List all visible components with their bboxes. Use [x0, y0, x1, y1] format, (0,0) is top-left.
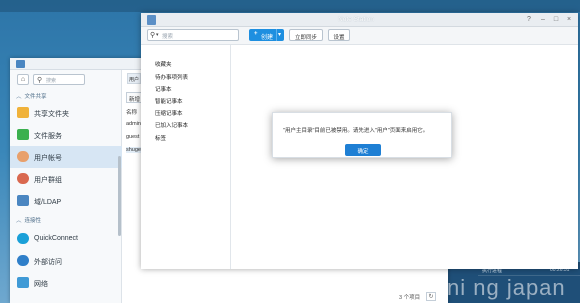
search-icon: ⚲	[37, 77, 43, 84]
item-count: 3 个项目	[399, 295, 421, 301]
control-panel-search-input[interactable]: ⚲ 搜索	[33, 74, 85, 85]
note-search-input[interactable]: ⚲ ▾ 搜索	[147, 29, 239, 41]
chevron-up-icon: ︿	[16, 218, 22, 224]
create-button[interactable]: + 创建 ▾	[249, 29, 284, 41]
nav-item-compressed-notebooks[interactable]: 压缩记事本	[155, 109, 183, 117]
nav-item-joined-notebooks[interactable]: 已加入记事本	[155, 121, 188, 129]
plus-icon: +	[254, 31, 258, 37]
sidebar-item-domain-ldap[interactable]: 域/LDAP	[10, 190, 122, 212]
file-services-icon	[17, 129, 29, 140]
dialog-message: "用户主目录"目前已被禁用。请先进入"用户"页面来启用它。	[283, 128, 429, 134]
nav-item-tags[interactable]: 标签	[155, 134, 166, 142]
section-file-sharing[interactable]: ︿ 文件共享	[16, 92, 47, 100]
home-icon: ⌂	[20, 76, 26, 83]
search-placeholder: 搜索	[46, 78, 57, 84]
settings-button[interactable]: 设置	[328, 29, 350, 41]
note-station-app-icon	[147, 15, 156, 25]
minimize-icon[interactable]: –	[539, 16, 547, 23]
chevron-down-icon[interactable]: ▾	[278, 31, 281, 38]
note-station-nav: 收藏夹 待办事项列表 记事本 智能记事本 压缩记事本 已加入记事本 标签	[141, 45, 231, 269]
group-icon	[17, 173, 29, 184]
tab-user[interactable]: 用户	[127, 73, 141, 84]
note-station-toolbar: ⚲ ▾ 搜索 + 创建 ▾ 立即同步 设置	[141, 27, 578, 45]
note-station-titlebar[interactable]: Note Station ? – □ ×	[141, 13, 578, 27]
nav-item-smart-notebooks[interactable]: 智能记事本	[155, 97, 183, 105]
sidebar-item-user[interactable]: 用户帐号	[10, 146, 122, 168]
quickconnect-icon	[17, 233, 29, 244]
refresh-icon: ↻	[428, 294, 434, 300]
sidebar-item-file-services[interactable]: 文件服务	[10, 124, 122, 146]
network-icon	[17, 277, 29, 288]
help-icon[interactable]: ?	[525, 16, 533, 23]
window-title: Note Station	[338, 16, 374, 23]
close-icon[interactable]: ×	[565, 16, 573, 23]
search-placeholder: 搜索	[162, 34, 174, 40]
sidebar-item-group[interactable]: 用户群组	[10, 168, 122, 190]
warning-dialog: "用户主目录"目前已被禁用。请先进入"用户"页面来启用它。 确定	[272, 112, 452, 158]
maximize-icon[interactable]: □	[552, 16, 560, 23]
sidebar-item-quickconnect[interactable]: QuickConnect	[10, 228, 122, 250]
shared-folder-icon	[17, 107, 29, 118]
nav-item-favorites[interactable]: 收藏夹	[155, 60, 172, 68]
desktop-taskbar	[0, 0, 580, 12]
ok-button[interactable]: 确定	[345, 144, 381, 156]
refresh-button[interactable]: ↻	[426, 292, 436, 301]
user-icon	[17, 151, 29, 162]
sidebar-item-external-access[interactable]: 外部访问	[10, 250, 122, 272]
external-access-icon	[17, 255, 29, 266]
nav-item-todo-list[interactable]: 待办事项列表	[155, 73, 188, 81]
control-panel-app-icon	[16, 60, 25, 68]
chevron-up-icon: ︿	[16, 94, 22, 100]
sync-now-button[interactable]: 立即同步	[289, 29, 323, 41]
nav-item-notebooks[interactable]: 记事本	[155, 85, 172, 93]
sidebar-item-shared-folder[interactable]: 共享文件夹	[10, 102, 122, 124]
domain-icon	[17, 195, 29, 206]
section-connectivity[interactable]: ︿ 连接性	[16, 216, 41, 224]
watermark: ni ng japan	[447, 275, 566, 300]
control-panel-sidebar: ⌂ ⚲ 搜索 ︿ 文件共享 共享文件夹 文件服务 用户帐号 用户群组 域/LDAP	[10, 70, 122, 303]
home-button[interactable]: ⌂	[17, 74, 29, 85]
search-icon: ⚲	[150, 32, 156, 39]
create-label: 创建	[261, 34, 274, 41]
sidebar-item-network[interactable]: 网络	[10, 272, 122, 294]
sidebar-scrollbar[interactable]	[118, 156, 121, 236]
chevron-down-icon: ▾	[156, 32, 159, 38]
